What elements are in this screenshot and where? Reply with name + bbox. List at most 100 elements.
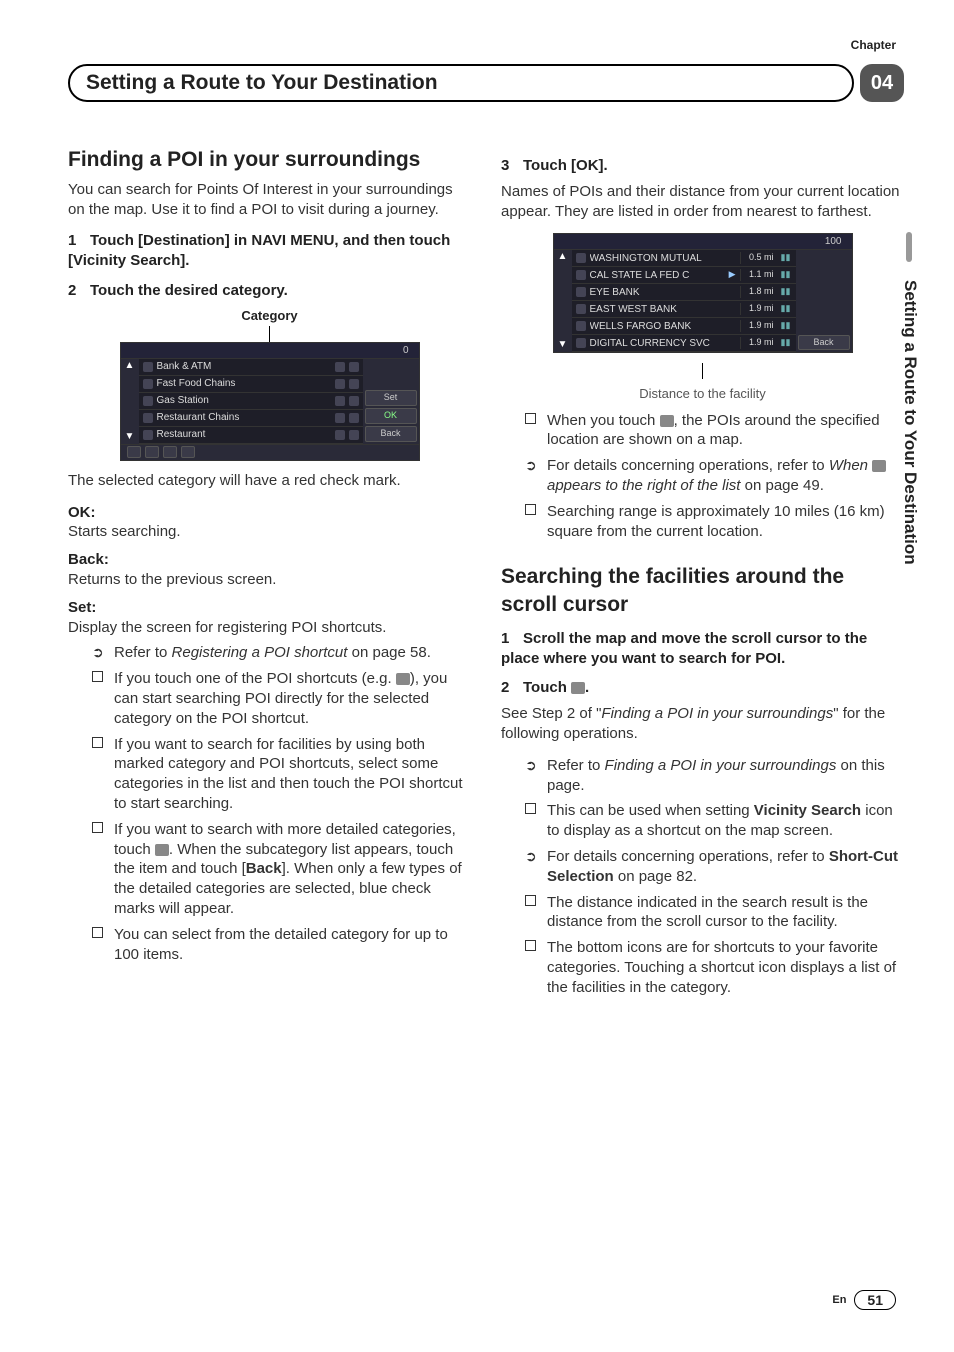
page-number: 51: [854, 1290, 896, 1310]
poi-icon: [576, 338, 586, 348]
ui-scroll[interactable]: ▲▼: [554, 250, 572, 352]
list-item[interactable]: EYE BANK1.8 mi▮▮: [572, 284, 796, 301]
step-1-text: Touch [Destination] in NAVI MENU, and th…: [68, 232, 450, 269]
flag-icon: [335, 362, 345, 372]
note-square-icon: [525, 504, 536, 515]
bullet-item: The distance indicated in the search res…: [525, 893, 904, 933]
refer-arrow-icon: ➲: [92, 645, 104, 659]
shortcut-icon[interactable]: [145, 446, 159, 458]
s2-step-1-text: Scroll the map and move the scroll curso…: [501, 630, 867, 667]
poi-icon: [576, 253, 586, 263]
shortcut-icon[interactable]: [127, 446, 141, 458]
page: Chapter Setting a Route to Your Destinat…: [0, 0, 954, 1352]
back-button[interactable]: Back: [798, 335, 850, 351]
header-title: Setting a Route to Your Destination: [86, 71, 438, 95]
distance-caption: Distance to the facility: [501, 385, 904, 402]
step-2-text: Touch the desired category.: [90, 282, 288, 299]
note-square-icon: [92, 671, 103, 682]
list-item[interactable]: WASHINGTON MUTUAL0.5 mi▮▮: [572, 250, 796, 267]
subcategory-icon: [155, 844, 169, 856]
back-term: Back:: [68, 550, 471, 570]
category-screenshot: 0 ▲▼ Bank & ATM Fast Food Chains Gas Sta…: [120, 342, 420, 461]
shortcut-icon[interactable]: [163, 446, 177, 458]
bullet-item: ➲For details concerning operations, refe…: [525, 847, 904, 887]
note-square-icon: [92, 927, 103, 938]
signal-icon: ▮▮: [780, 286, 792, 298]
list-item[interactable]: EAST WEST BANK1.9 mi▮▮: [572, 301, 796, 318]
s2-step-1: 1Scroll the map and move the scroll curs…: [501, 629, 904, 669]
signal-icon: ▮▮: [780, 252, 792, 264]
poi-icon: [143, 413, 153, 423]
ui-footer: [121, 444, 419, 460]
up-arrow-icon[interactable]: ▲: [558, 252, 568, 262]
category-caption: Category: [68, 307, 471, 324]
intro-para: You can search for Points Of Interest in…: [68, 180, 471, 220]
step-2: 2Touch the desired category.: [68, 281, 471, 301]
set-button[interactable]: Set: [365, 390, 417, 406]
bullet-item: ➲Refer to Finding a POI in your surround…: [525, 756, 904, 796]
section-heading-2: Searching the facilities around the scro…: [501, 563, 904, 618]
chapter-badge: 04: [860, 64, 904, 102]
list-item[interactable]: DIGITAL CURRENCY SVC1.9 mi▮▮: [572, 335, 796, 352]
vicinity-icon: [571, 682, 585, 694]
caption-tick: [702, 363, 703, 379]
signal-icon: ▮▮: [780, 303, 792, 315]
poi-icon: [143, 379, 153, 389]
down-arrow-icon[interactable]: ▼: [558, 340, 568, 350]
list-item[interactable]: Restaurant Chains: [139, 410, 363, 427]
bullet-item: If you want to search for facilities by …: [92, 735, 471, 814]
left-column: Finding a POI in your surroundings You c…: [68, 146, 471, 1004]
list-item[interactable]: Fast Food Chains: [139, 376, 363, 393]
list-item[interactable]: Bank & ATM: [139, 359, 363, 376]
ok-button[interactable]: OK: [365, 408, 417, 424]
more-icon: ▶: [729, 269, 736, 281]
flag-icon: [335, 396, 345, 406]
ui-count: 100: [825, 235, 842, 248]
right-column: 3Touch [OK]. Names of POIs and their dis…: [501, 146, 904, 1004]
sub-icon[interactable]: [349, 396, 359, 406]
sub-icon[interactable]: [349, 362, 359, 372]
back-body: Returns to the previous screen.: [68, 570, 471, 590]
list-item[interactable]: Restaurant: [139, 427, 363, 444]
ui-side: Set OK Back: [363, 359, 419, 444]
poi-icon: [576, 304, 586, 314]
ok-term: OK:: [68, 503, 471, 523]
refer-arrow-icon: ➲: [525, 758, 537, 772]
list-item[interactable]: CAL STATE LA FED C▶1.1 mi▮▮: [572, 267, 796, 284]
ui-titlebar: 100: [554, 234, 852, 250]
poi-icon: [576, 321, 586, 331]
sub-icon[interactable]: [349, 379, 359, 389]
list-item[interactable]: WELLS FARGO BANK1.9 mi▮▮: [572, 318, 796, 335]
ui-count: 0: [403, 344, 409, 357]
poi-shortcut-icon: [396, 673, 410, 685]
content-columns: Finding a POI in your surroundings You c…: [68, 146, 904, 1004]
ui-scroll[interactable]: ▲▼: [121, 359, 139, 444]
ok-body: Starts searching.: [68, 522, 471, 542]
section-heading: Finding a POI in your surroundings: [68, 146, 471, 174]
note-square-icon: [92, 737, 103, 748]
poi-icon: [576, 287, 586, 297]
s2-step-2-text: Touch: [523, 679, 571, 696]
after-img-para: The selected category will have a red ch…: [68, 471, 471, 491]
caption-tick: [269, 326, 270, 342]
ui-side: Back: [796, 250, 852, 352]
list-indicator-icon: [872, 460, 886, 472]
map-bars-icon: [660, 415, 674, 427]
shortcut-icon[interactable]: [181, 446, 195, 458]
ui-body: ▲▼ Bank & ATM Fast Food Chains Gas Stati…: [121, 359, 419, 444]
sub-icon[interactable]: [349, 430, 359, 440]
down-arrow-icon[interactable]: ▼: [125, 432, 135, 442]
sub-icon[interactable]: [349, 413, 359, 423]
up-arrow-icon[interactable]: ▲: [125, 361, 135, 371]
list-item[interactable]: Gas Station: [139, 393, 363, 410]
bullet-item: If you want to search with more detailed…: [92, 820, 471, 919]
signal-icon: ▮▮: [780, 337, 792, 349]
back-button[interactable]: Back: [365, 426, 417, 442]
bullet-list: ➲Refer to Registering a POI shortcut on …: [92, 643, 471, 964]
page-lang: En: [832, 1294, 846, 1306]
s2-step-2: 2Touch .: [501, 678, 904, 698]
side-tab: [906, 232, 912, 262]
refer-arrow-icon: ➲: [525, 849, 537, 863]
bullet-list: ➲Refer to Finding a POI in your surround…: [525, 756, 904, 998]
bullet-item: If you touch one of the POI shortcuts (e…: [92, 669, 471, 728]
